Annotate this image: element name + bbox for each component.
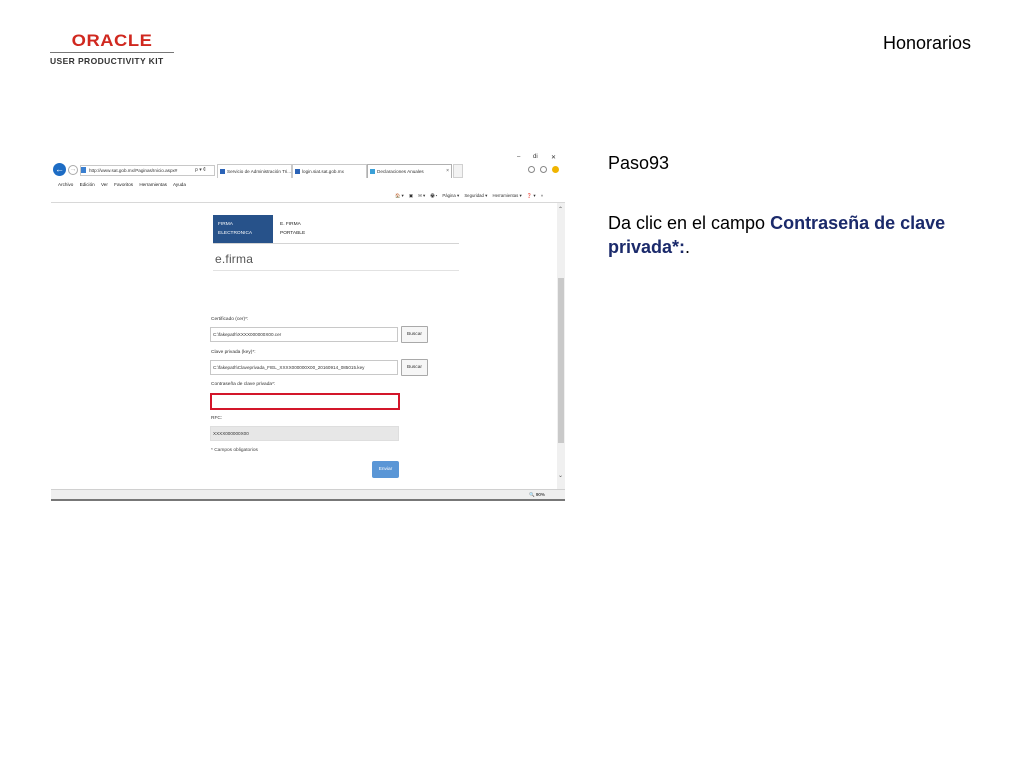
- tab-label: Declaraciones Anuales: [377, 169, 424, 174]
- maximize-icon[interactable]: di: [533, 154, 538, 160]
- logo-subtitle: USER PRODUCTIVITY KIT: [50, 56, 164, 66]
- rfc-input: XXXX000000X00: [210, 426, 399, 441]
- tab-favicon-icon: [220, 169, 225, 174]
- menu-item-favoritos[interactable]: Favoritos: [114, 182, 133, 187]
- new-tab-button[interactable]: [453, 164, 463, 178]
- close-tab-icon[interactable]: ×: [446, 165, 449, 178]
- forward-arrow-icon[interactable]: →: [68, 165, 78, 175]
- tab-label: login.siat.sat.gob.mx: [302, 169, 344, 174]
- tab-declaraciones-anuales[interactable]: Declaraciones Anuales ×: [367, 164, 452, 178]
- send-button[interactable]: Enviar: [372, 461, 399, 478]
- step-instruction: Da clic en el campo Contraseña de clave …: [608, 211, 968, 259]
- rfc-label: RFC:: [211, 416, 223, 421]
- cert-file-input[interactable]: C:\fakepath\XXXX000000X00.cer: [210, 327, 398, 342]
- tab-servicio-administracion[interactable]: Servicio de Administración Tri...: [217, 164, 292, 178]
- logo-wordmark: ORACLE: [71, 31, 153, 50]
- tab-text-line: PORTABLE: [280, 231, 306, 236]
- back-arrow-icon[interactable]: ←: [53, 163, 66, 176]
- status-bar: 🔍 90%: [51, 489, 565, 499]
- site-favicon-icon: [81, 167, 86, 173]
- address-controls[interactable]: ρ ▾ ¢: [195, 165, 206, 176]
- tab-text-line: E. FIRMA: [280, 222, 301, 227]
- tab-login-siat[interactable]: login.siat.sat.gob.mx: [292, 164, 367, 178]
- minimize-icon[interactable]: –: [517, 154, 520, 160]
- tools-menu[interactable]: Herramientas ▾: [492, 193, 521, 198]
- home-icon[interactable]: [528, 166, 535, 173]
- feeds-command[interactable]: ▣: [409, 193, 413, 198]
- cert-label: Certificado (cer)*:: [211, 317, 249, 322]
- browser-titlebar: ← → http://www.sat.gob.mx/Paginas/Inicio…: [51, 152, 565, 180]
- cert-browse-button[interactable]: Buscar: [401, 326, 428, 343]
- mail-command[interactable]: ✉ ▾: [418, 193, 425, 198]
- scroll-up-icon[interactable]: ⌃: [558, 206, 563, 213]
- instruction-prefix: Da clic en el campo: [608, 213, 771, 233]
- page-menu[interactable]: Página ▾: [442, 193, 459, 198]
- key-browse-button[interactable]: Buscar: [401, 359, 428, 376]
- zoom-level[interactable]: 🔍 90%: [529, 490, 545, 499]
- logo-divider: [50, 52, 174, 53]
- menu-item-archivo[interactable]: Archivo: [58, 182, 73, 187]
- tab-favicon-icon: [370, 169, 375, 174]
- command-bar: 🏠 ▾ ▣ ✉ ▾ 🖶 ▾ Página ▾ Seguridad ▾ Herra…: [51, 189, 565, 203]
- scrollbar-thumb[interactable]: [558, 278, 564, 443]
- help-menu[interactable]: ❓ ▾: [527, 193, 536, 198]
- menu-item-edicion[interactable]: Edición: [80, 182, 95, 187]
- more-commands[interactable]: »: [541, 193, 543, 198]
- step-label: Paso93: [608, 153, 670, 173]
- firma-electronica-tab[interactable]: FIRMA ELECTRONICA: [213, 215, 273, 243]
- required-fields-note: * Campos obligatorios: [211, 448, 258, 453]
- tab-text-line: FIRMA: [218, 222, 233, 227]
- tab-text-line: ELECTRONICA: [218, 231, 253, 236]
- tab-label: Servicio de Administración Tri...: [227, 169, 292, 174]
- header-divider: [213, 243, 459, 244]
- menu-item-herramientas[interactable]: Herramientas: [139, 182, 167, 187]
- form-title: e.firma: [215, 252, 254, 266]
- key-label: Clave privada (key)*:: [211, 350, 256, 355]
- menu-item-ver[interactable]: Ver: [101, 182, 108, 187]
- efirma-portable-tab[interactable]: E. FIRMA PORTABLE: [280, 220, 305, 238]
- oracle-upk-logo: ORACLE USER PRODUCTIVITY KIT: [50, 31, 174, 66]
- print-command[interactable]: 🖶 ▾: [430, 193, 437, 198]
- section-title: Honorarios: [882, 33, 971, 53]
- browser-screenshot: ← → http://www.sat.gob.mx/Paginas/Inicio…: [51, 152, 565, 501]
- favorites-star-icon[interactable]: [540, 166, 547, 173]
- key-file-input[interactable]: C:\fakepath\Claveprivada_FIEL_XXXX000000…: [210, 360, 398, 375]
- security-menu[interactable]: Seguridad ▾: [464, 193, 487, 198]
- settings-gear-icon[interactable]: [552, 166, 559, 173]
- password-label: Contraseña de clave privada*:: [211, 382, 276, 387]
- menu-bar: Archivo Edición Ver Favoritos Herramient…: [51, 180, 565, 189]
- title-divider: [213, 270, 459, 271]
- instruction-suffix: .: [685, 237, 691, 257]
- menu-item-ayuda[interactable]: Ayuda: [173, 182, 186, 187]
- close-window-icon[interactable]: ✕: [551, 154, 556, 161]
- scroll-down-icon[interactable]: ⌄: [558, 472, 563, 479]
- home-command[interactable]: 🏠 ▾: [395, 193, 404, 198]
- tab-favicon-icon: [295, 169, 300, 174]
- password-input[interactable]: [210, 393, 400, 410]
